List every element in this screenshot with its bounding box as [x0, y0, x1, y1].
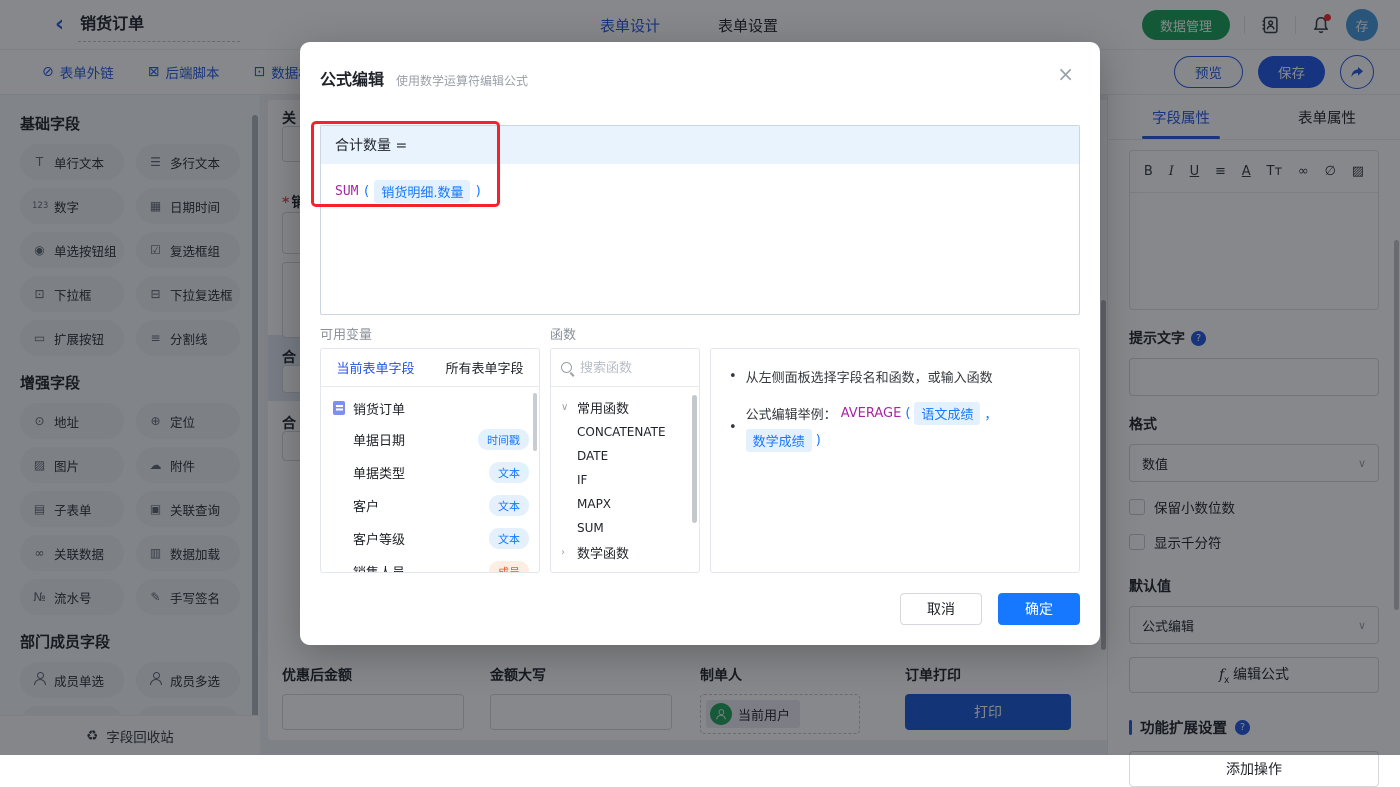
bullet: •	[729, 420, 737, 435]
variable-type-badge: 文本	[489, 462, 529, 483]
close-icon[interactable]: ×	[1057, 64, 1074, 84]
function-item-CONCATENATE[interactable]: CONCATENATE	[561, 420, 699, 444]
search-icon	[561, 362, 572, 373]
function-item-IF[interactable]: IF	[561, 468, 699, 492]
add-action-button[interactable]: 添加操作	[1129, 751, 1379, 787]
modal-subtitle: 使用数学运算符编辑公式	[396, 72, 528, 89]
formula-help-panel: • 从左侧面板选择字段名和函数，或输入函数 • 公式编辑举例： AVERAGE(…	[710, 348, 1080, 573]
bullet: •	[729, 369, 737, 384]
formula-field-token[interactable]: 销货明细.数量	[374, 180, 470, 203]
formula-target: 合计数量 =	[321, 126, 1079, 164]
formula-editor-modal: 公式编辑 使用数学运算符编辑公式 × 合计数量 = SUM( 销货明细.数量 )…	[300, 42, 1100, 645]
variables-scrollbar[interactable]	[533, 393, 537, 451]
example-token: 数学成绩	[746, 429, 812, 452]
function-group-常用函数[interactable]: ∨ 常用函数	[561, 395, 699, 420]
function-group-label: 常用函数	[577, 398, 629, 417]
variables-label: 可用变量	[320, 324, 372, 343]
help-tip: 从左侧面板选择字段名和函数，或输入函数	[746, 367, 993, 386]
function-group-label: 数学函数	[577, 543, 629, 562]
formula-function: SUM	[335, 184, 358, 199]
variable-type-badge: 成员	[489, 561, 529, 573]
tab-all-form-fields[interactable]: 所有表单字段	[430, 349, 539, 386]
tab-current-form-fields[interactable]: 当前表单字段	[321, 349, 430, 386]
functions-scrollbar[interactable]	[692, 395, 697, 523]
variables-root-form[interactable]: 销货订单	[321, 393, 539, 423]
functions-label: 函数	[550, 324, 576, 343]
variable-name: 销售人员	[353, 562, 405, 573]
function-item-MAPX[interactable]: MAPX	[561, 492, 699, 516]
variable-row[interactable]: 单据类型 文本	[321, 456, 539, 489]
example-token: 语文成绩	[914, 402, 980, 425]
formula-editor[interactable]: 合计数量 = SUM( 销货明细.数量 )	[320, 125, 1080, 315]
expander-icon: ›	[561, 547, 571, 558]
variable-type-badge: 文本	[489, 495, 529, 516]
form-doc-icon	[333, 401, 345, 415]
formula-expression[interactable]: SUM( 销货明细.数量 )	[321, 164, 1079, 219]
variable-row[interactable]: 单据日期 时间戳	[321, 423, 539, 456]
function-search-input[interactable]	[580, 360, 680, 375]
variable-row[interactable]: 客户 文本	[321, 489, 539, 522]
variables-panel: 当前表单字段 所有表单字段 销货订单 单据日期时间戳单据类型文本客户文本客户等级…	[320, 348, 540, 573]
function-group-文本函数[interactable]: › 文本函数	[561, 565, 699, 573]
variable-type-badge: 时间戳	[478, 429, 529, 450]
function-item-SUM[interactable]: SUM	[561, 516, 699, 540]
expander-icon: ∨	[561, 402, 571, 413]
function-search[interactable]	[551, 349, 699, 387]
functions-panel: ∨ 常用函数 CONCATENATEDATEIFMAPXSUM › 数学函数 › 文本函数	[550, 348, 700, 573]
help-example: 公式编辑举例： AVERAGE( 语文成绩 ， 数学成绩 )	[746, 402, 1061, 452]
function-group-数学函数[interactable]: › 数学函数	[561, 540, 699, 565]
expander-icon: ›	[561, 572, 571, 573]
variable-row[interactable]: 客户等级 文本	[321, 522, 539, 555]
variable-row[interactable]: 销售人员 成员	[321, 555, 539, 573]
modal-title: 公式编辑	[320, 66, 384, 90]
confirm-button[interactable]: 确定	[998, 593, 1080, 625]
variable-name: 单据类型	[353, 463, 405, 482]
variable-name: 单据日期	[353, 430, 405, 449]
function-group-label: 文本函数	[577, 568, 629, 573]
cancel-button[interactable]: 取消	[900, 593, 982, 625]
function-item-DATE[interactable]: DATE	[561, 444, 699, 468]
variable-name: 客户等级	[353, 529, 405, 548]
variable-name: 客户	[353, 496, 379, 515]
variable-type-badge: 文本	[489, 528, 529, 549]
